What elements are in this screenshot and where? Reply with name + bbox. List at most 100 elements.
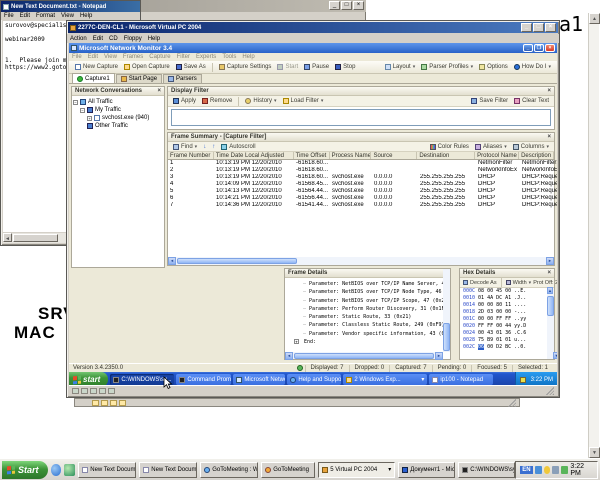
history-button[interactable]: History▾ (242, 97, 279, 105)
detail-parameter-line[interactable]: Parameter: Classless Static Route, 249 (… (303, 321, 443, 329)
scroll-down-icon[interactable]: ▼ (553, 352, 557, 359)
hex-row[interactable]: 0024 00 43 01 36 .C.6 (461, 330, 547, 337)
detail-end-node[interactable]: + End: (294, 338, 443, 346)
go-up-button[interactable]: ↑ (209, 143, 218, 151)
scrollbar-thumb[interactable] (177, 258, 297, 264)
tab-capture1[interactable]: Capture1 (72, 73, 115, 83)
detail-parameter-line[interactable]: Parameter: NetBIOS over TCP/IP Node Type… (303, 288, 443, 296)
quick-launch-desktop-icon[interactable] (64, 464, 75, 476)
tree-item-my-traffic[interactable]: −My Traffic (73, 106, 163, 114)
menu-cd[interactable]: CD (109, 36, 118, 42)
hex-row[interactable]: 0014 00 00 80 11 .... (461, 302, 547, 309)
color-rules-button[interactable]: Color Rules (427, 143, 472, 151)
scroll-right-icon[interactable]: ► (546, 257, 554, 265)
menu-floppy[interactable]: Floppy (124, 36, 142, 42)
scrollbar-thumb[interactable] (13, 234, 58, 242)
vm-task-notepad[interactable]: ip100 - Notepad (429, 374, 493, 385)
quick-launch-browser-icon[interactable] (51, 464, 62, 476)
decode-as-button[interactable]: Decode As (462, 279, 498, 287)
detail-parameter-line[interactable]: Parameter: Static Route, 33 (0x21) (303, 313, 443, 321)
detail-parameter-line[interactable]: Parameter: NetBIOS over TCP/IP Scope, 47… (303, 297, 443, 305)
close-icon[interactable]: × (353, 1, 364, 10)
options-button[interactable]: Options (476, 63, 511, 71)
hex-row[interactable]: 0020 FF FF 00 44 yy.D (461, 323, 547, 330)
menu-file[interactable]: File (4, 13, 14, 19)
aliases-button[interactable]: Aliases▾ (472, 143, 510, 151)
menu-edit[interactable]: Edit (88, 54, 98, 60)
close-icon[interactable]: × (545, 23, 556, 32)
host-task-notepad-2[interactable]: New Text Documen... (139, 462, 197, 478)
scroll-left-icon[interactable]: ◄ (3, 233, 12, 242)
menu-help[interactable]: Help (80, 13, 92, 19)
scroll-up-icon[interactable]: ▲ (589, 13, 600, 24)
frame-row[interactable]: 410:14:09 PM 12/20/2010 -61568.45...svch… (168, 181, 554, 188)
gotomeeting-tray-icon[interactable] (544, 466, 551, 474)
tab-start-page[interactable]: Start Page (116, 74, 162, 83)
minimize-icon[interactable]: _ (329, 1, 340, 10)
host-task-word-document[interactable]: Документ1 - Micro... (398, 462, 455, 478)
autoscroll-button[interactable]: Autoscroll (218, 143, 258, 151)
vm-task-help-support[interactable]: Help and Suppor... (287, 374, 341, 385)
scroll-down-icon[interactable]: ▼ (589, 447, 600, 458)
close-icon[interactable]: × (545, 44, 555, 52)
close-icon[interactable]: × (547, 87, 551, 95)
load-filter-button[interactable]: Load Filter▾ (280, 97, 327, 105)
frame-details-horizontal-scrollbar[interactable]: ◄ ► (285, 352, 443, 359)
host-task-command-prompt[interactable]: C:\WINDOWS\syst... (458, 462, 515, 478)
stop-button[interactable]: Stop (332, 63, 358, 71)
minimize-icon[interactable]: _ (521, 23, 532, 32)
capture-settings-button[interactable]: Capture Settings (216, 63, 275, 71)
host-task-gotomeeting-web[interactable]: GoToMeeting : Web... (200, 462, 258, 478)
frame-row[interactable]: 610:14:21 PM 12/20/2010 -61556.44...svch… (168, 195, 554, 202)
hex-row[interactable]: 002C 06 00 D2 BC ..0. (461, 344, 547, 351)
scrollbar-thumb[interactable] (547, 296, 554, 316)
tray-icon[interactable] (520, 377, 526, 383)
notepad-titlebar[interactable]: New Text Document.txt - Notepad (1, 1, 140, 12)
scrollbar-thumb[interactable] (443, 323, 450, 351)
columns-button[interactable]: Columns▾ (510, 143, 552, 151)
minimize-icon[interactable]: _ (523, 44, 533, 52)
remove-filter-button[interactable]: Remove (199, 97, 235, 105)
close-icon[interactable]: × (547, 269, 551, 277)
how-do-i-button[interactable]: How Do I▾ (511, 63, 554, 71)
shared-folder-icon[interactable] (108, 388, 115, 394)
find-button[interactable]: Find▾ (170, 143, 200, 151)
menu-filter[interactable]: Filter (177, 54, 190, 60)
scroll-up-icon[interactable]: ▲ (547, 287, 553, 294)
menu-edit[interactable]: Edit (93, 36, 103, 42)
hex-row[interactable]: 001C 00 00 FF FF ..yy (461, 316, 547, 323)
new-capture-button[interactable]: New Capture (72, 63, 121, 71)
detail-parameter-line[interactable]: Parameter: Vendor specific information, … (303, 330, 443, 338)
tree-item-all-traffic[interactable]: −All Traffic (73, 98, 163, 106)
vm-task-command-prompt[interactable]: Command Prompt (176, 374, 231, 385)
floppy-icon[interactable] (90, 388, 97, 394)
menu-edit[interactable]: Edit (20, 13, 30, 19)
close-icon[interactable]: × (157, 87, 161, 95)
host-start-button[interactable]: Start (2, 461, 48, 479)
start-button[interactable]: Start (274, 63, 301, 71)
menu-file[interactable]: File (72, 54, 82, 60)
host-task-virtual-pc-group[interactable]: 5 Virtual PC 2004▾ (318, 462, 395, 478)
frame-row[interactable]: 110:13:19 PM 12/20/2010 -61618.60... Net… (168, 160, 554, 167)
menu-format[interactable]: Format (36, 13, 55, 19)
prot-off-button[interactable]: Prot Off: 2 (532, 279, 557, 287)
save-as-button[interactable]: Save As (173, 63, 209, 71)
layout-button[interactable]: Layout▾ (382, 63, 419, 71)
scrollbar-thumb[interactable] (294, 353, 434, 359)
hex-row[interactable]: 0018 2D 03 00 00 -... (461, 309, 547, 316)
expand-icon[interactable]: + (294, 339, 299, 344)
host-clock[interactable]: 3:22 PM (570, 463, 593, 477)
scroll-left-icon[interactable]: ◄ (285, 352, 293, 360)
menu-help[interactable]: Help (242, 54, 254, 60)
hex-grid[interactable]: 000C 08 00 45 00 ..E. 0010 01 4A DC A1 .… (461, 288, 547, 359)
frame-row[interactable]: 710:14:36 PM 12/20/2010 -61541.44...svch… (168, 202, 554, 209)
menu-view[interactable]: View (61, 13, 74, 19)
pause-button[interactable]: Pause (301, 63, 332, 71)
language-indicator[interactable]: EN (520, 466, 532, 474)
hard-disk-icon[interactable] (72, 388, 79, 394)
virtual-pc-titlebar[interactable]: 2277C-DEN-CL1 - Microsoft Virtual PC 200… (68, 22, 558, 33)
menu-experts[interactable]: Experts (196, 54, 216, 60)
frame-details-tree[interactable]: Parameter: NetBIOS over TCP/IP Name Serv… (285, 278, 443, 352)
resize-grip[interactable] (546, 387, 554, 395)
frame-details-vertical-scrollbar[interactable] (443, 269, 450, 352)
